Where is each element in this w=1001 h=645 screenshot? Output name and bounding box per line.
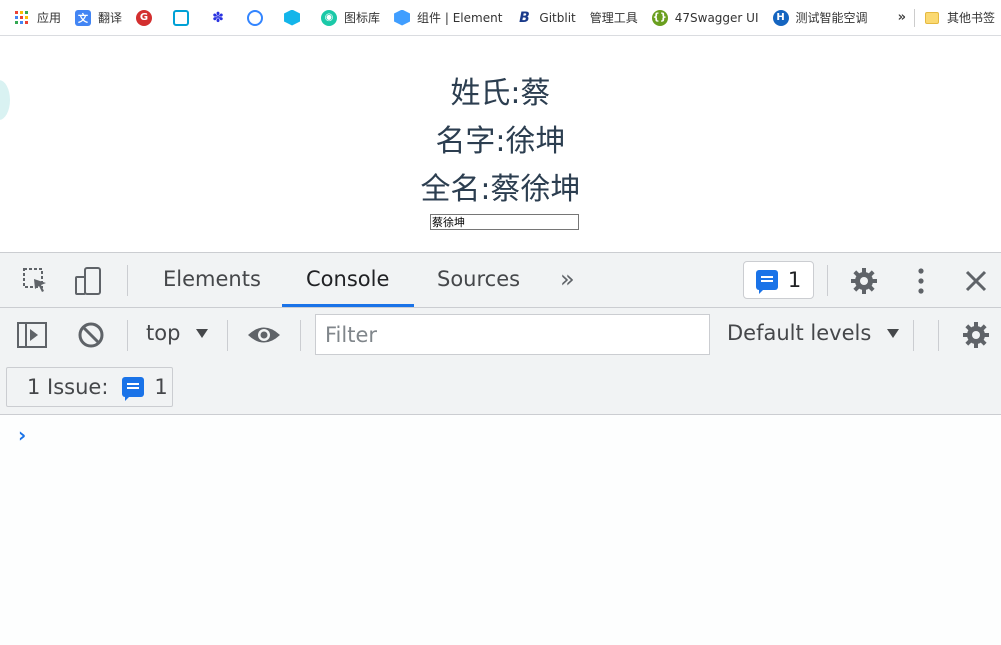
bookmark-hvac[interactable]: H 测试智能空调 xyxy=(772,6,868,30)
bookmark-label: 测试智能空调 xyxy=(795,11,868,25)
device-toolbar-icon[interactable] xyxy=(72,265,104,297)
issue-message-icon xyxy=(122,377,145,401)
more-tabs-icon[interactable]: » xyxy=(560,265,575,293)
gitblit-icon: B xyxy=(519,9,530,26)
issues-count: 1 xyxy=(787,268,802,292)
element-icon xyxy=(394,9,411,26)
issues-label: 1 Issue: xyxy=(27,375,109,399)
folder-icon xyxy=(924,11,939,24)
bookmark-apps[interactable]: 应用 xyxy=(14,6,61,30)
baidu-paw-icon: ✽ xyxy=(212,9,224,26)
issue-message-icon xyxy=(755,270,778,294)
bookmark-swagger[interactable]: {} 47Swagger UI xyxy=(651,6,759,30)
toolbar-divider xyxy=(300,320,301,351)
bookmark-gitblit[interactable]: B Gitblit xyxy=(516,6,576,30)
bookmark-admin-tools[interactable]: 管理工具 xyxy=(590,6,638,30)
issues-button[interactable]: 1 Issue: 1 xyxy=(6,367,173,407)
bookmark-bilibili[interactable] xyxy=(173,6,196,30)
bookmarks-more-button[interactable]: » xyxy=(898,10,906,25)
active-tab-indicator xyxy=(282,304,414,307)
bookmark-element[interactable]: 组件 | Element xyxy=(394,6,502,30)
toolbar-divider xyxy=(227,320,228,351)
log-levels-select[interactable]: Default levels xyxy=(727,321,900,345)
toolbar-divider xyxy=(127,320,128,351)
translate-icon: 文 xyxy=(75,9,92,26)
filter-placeholder: Filter xyxy=(325,322,378,347)
issues-bar: 1 Issue: 1 xyxy=(0,363,1001,415)
bookmark-label: 图标库 xyxy=(344,11,381,25)
toolbar-divider xyxy=(827,265,828,296)
hex-app-icon xyxy=(284,9,301,26)
devtools-tab-bar: Elements Console Sources » 1 xyxy=(0,253,1001,308)
search-engine-icon xyxy=(247,9,264,26)
console-filter-input[interactable]: Filter xyxy=(315,314,710,355)
bookmark-red-g[interactable]: G xyxy=(136,6,159,30)
iconfont-icon: ◉ xyxy=(321,9,338,26)
close-devtools-icon[interactable] xyxy=(960,265,992,297)
caret-down-icon xyxy=(887,328,900,338)
bookmark-hex-app[interactable] xyxy=(284,6,307,30)
tab-sources[interactable]: Sources xyxy=(437,267,520,291)
log-levels-value: Default levels xyxy=(727,321,872,345)
bookmark-translate[interactable]: 文 翻译 xyxy=(75,6,122,30)
console-toolbar: top Filter Default levels xyxy=(0,308,1001,363)
tab-elements[interactable]: Elements xyxy=(163,267,261,291)
clear-console-icon[interactable] xyxy=(75,319,107,351)
settings-gear-icon[interactable] xyxy=(848,265,880,297)
bookmark-label: 应用 xyxy=(37,11,62,25)
console-settings-gear-icon[interactable] xyxy=(960,319,992,351)
tab-divider xyxy=(127,265,128,296)
apps-grid-icon xyxy=(14,10,30,26)
context-select[interactable]: top xyxy=(146,321,209,345)
more-options-icon[interactable] xyxy=(905,265,937,297)
hvac-icon: H xyxy=(772,9,789,26)
bookmark-baidu[interactable]: ✽ xyxy=(210,6,233,30)
bookmark-iconfont[interactable]: ◉ 图标库 xyxy=(321,6,380,30)
console-prompt-chevron-icon: › xyxy=(18,423,27,447)
toolbar-divider xyxy=(913,320,914,351)
swagger-icon: {} xyxy=(651,9,668,26)
console-output[interactable]: › xyxy=(0,415,1001,645)
bookmarks-divider xyxy=(913,8,915,27)
other-bookmarks-label: 其他书签 xyxy=(946,11,995,25)
full-name-input[interactable] xyxy=(430,214,579,230)
bookmark-search[interactable] xyxy=(247,6,270,30)
bookmarks-bar: 应用 文 翻译 G ✽ ◉ 图标库 组件 | Element B Gitblit… xyxy=(0,0,1001,36)
full-name-heading: 全名:蔡徐坤 xyxy=(420,172,581,207)
bilibili-icon xyxy=(173,9,190,26)
sidebar-toggle-icon[interactable] xyxy=(16,319,48,351)
issues-badge-count: 1 xyxy=(154,375,168,399)
other-bookmarks[interactable]: 其他书签 xyxy=(924,6,995,30)
inspect-element-icon[interactable] xyxy=(20,265,52,297)
caret-down-icon xyxy=(196,328,209,338)
red-g-icon: G xyxy=(136,9,153,26)
page-content: 姓氏:蔡 名字:徐坤 全名:蔡徐坤 xyxy=(0,36,1001,252)
given-name-heading: 名字:徐坤 xyxy=(435,124,566,159)
toolbar-divider xyxy=(938,320,939,351)
bookmark-label: 管理工具 xyxy=(589,11,638,25)
surname-heading: 姓氏:蔡 xyxy=(450,76,551,111)
bookmark-label: 组件 | Element xyxy=(417,11,503,25)
bookmark-label: 翻译 xyxy=(98,11,123,25)
tab-console[interactable]: Console xyxy=(306,267,389,291)
devtools-panel: Elements Console Sources » 1 top Filter … xyxy=(0,252,1001,645)
live-expression-eye-icon[interactable] xyxy=(246,319,282,351)
bookmark-label: Gitblit xyxy=(539,10,576,25)
context-value: top xyxy=(146,321,181,345)
bookmark-label: 47Swagger UI xyxy=(674,10,759,25)
issues-counter-button[interactable]: 1 xyxy=(743,261,814,299)
